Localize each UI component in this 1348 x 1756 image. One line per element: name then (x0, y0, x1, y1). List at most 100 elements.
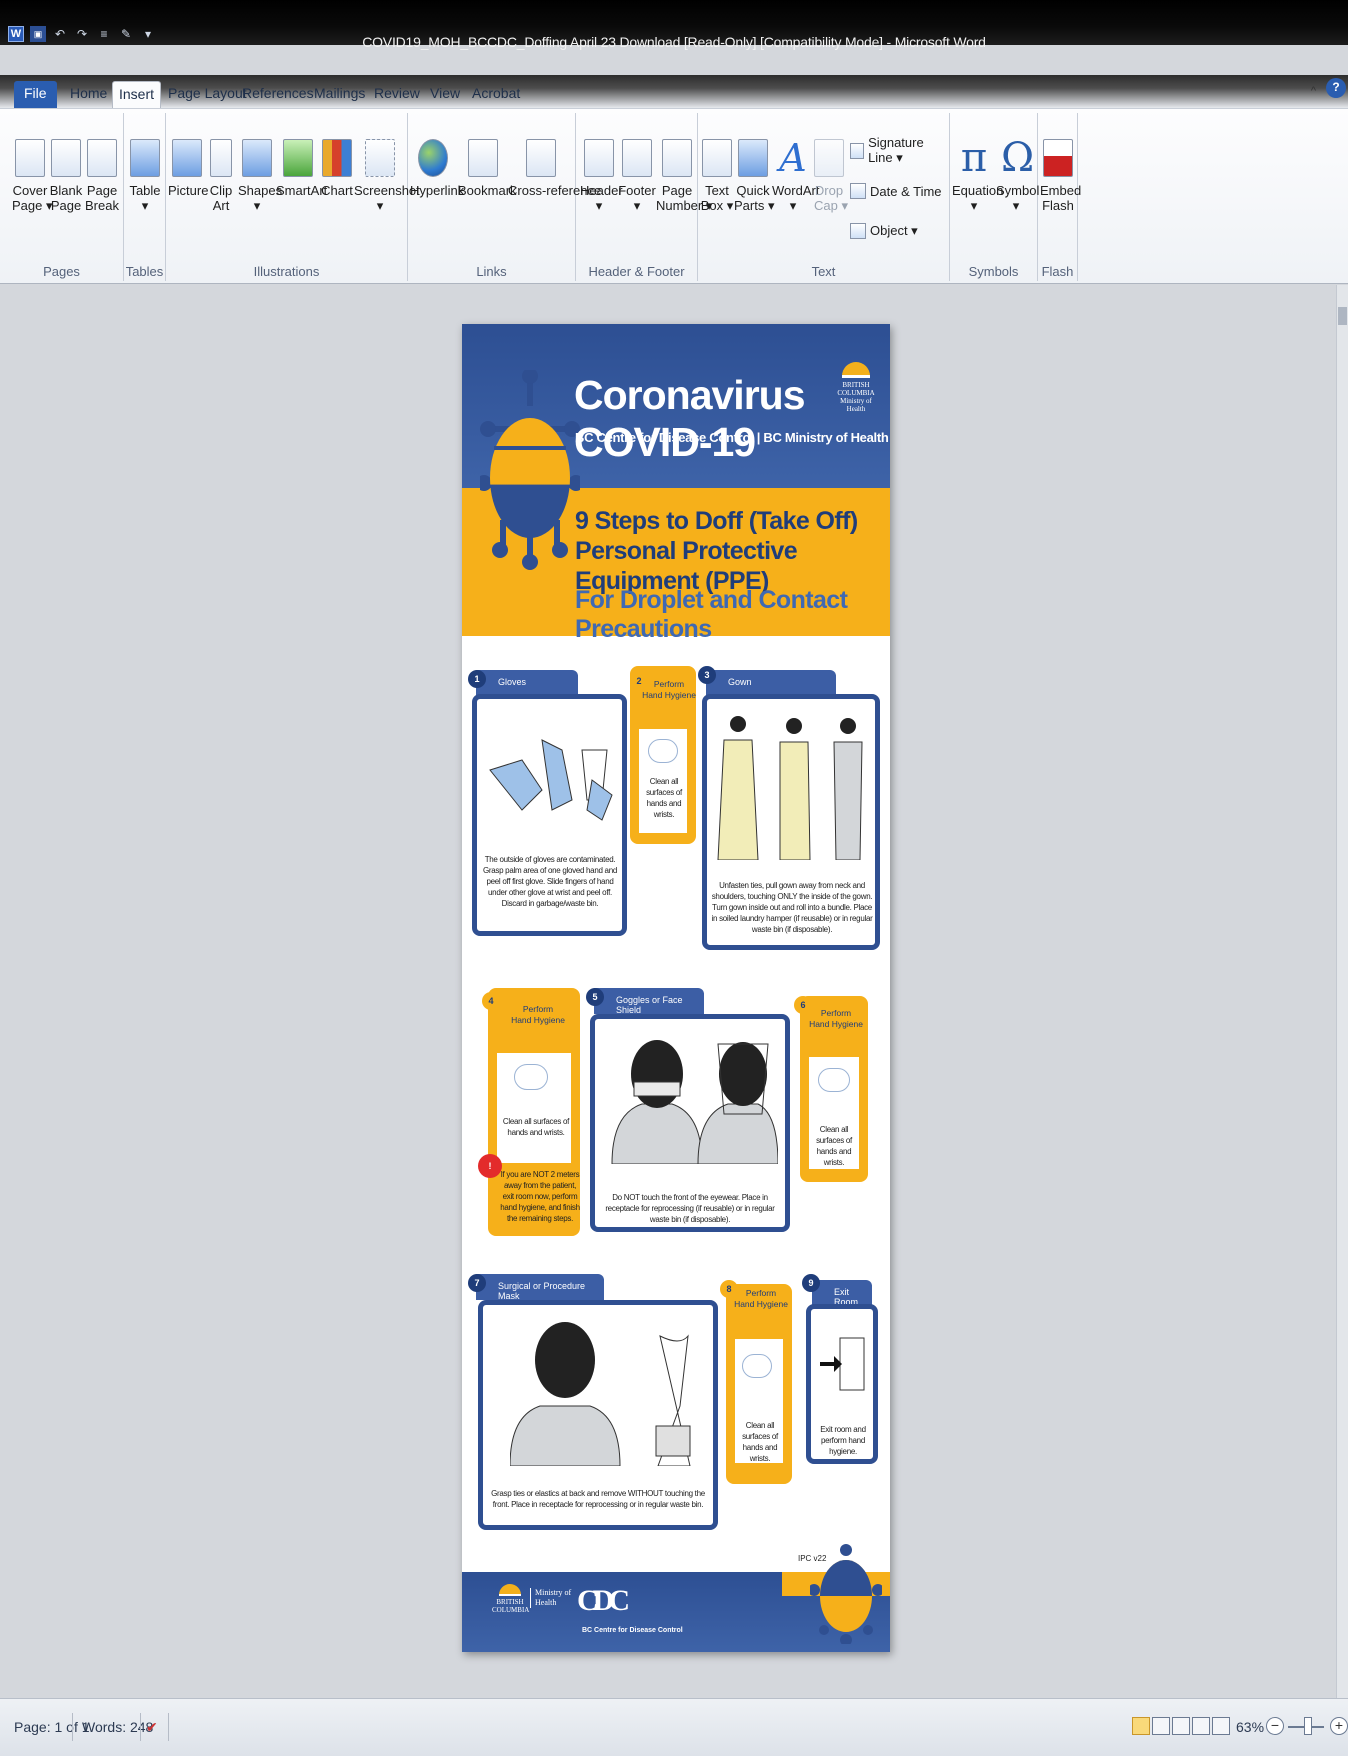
hands-icon (818, 1068, 850, 1092)
table-button[interactable]: Table ▾ (128, 139, 162, 213)
date-time-button[interactable]: Date & Time (850, 183, 942, 199)
quick-parts-button[interactable]: Quick Parts ▾ (734, 139, 774, 213)
blank-page-button[interactable]: Blank Page (48, 139, 84, 213)
tab-file[interactable]: File (14, 81, 57, 108)
tab-review[interactable]: Review (368, 81, 426, 108)
goggles-illustration (611, 1040, 778, 1164)
header-icon (584, 139, 614, 177)
signature-line-icon (850, 142, 865, 159)
object-icon (850, 223, 866, 239)
header-button[interactable]: Header ▾ (580, 139, 623, 213)
alert-icon: ! (478, 1154, 502, 1178)
blank-page-icon (51, 139, 81, 177)
bc-sun-icon (499, 1584, 521, 1596)
page-number-icon (662, 139, 692, 177)
bc-logo: BRITISH COLUMBIA Ministry of Health (836, 362, 876, 452)
footer-icon (622, 139, 652, 177)
step-6-title: Perform Hand Hygiene (809, 1008, 863, 1029)
poster-heading: 9 Steps to Doff (Take Off) Personal Prote… (575, 507, 858, 595)
hands-icon (742, 1354, 772, 1378)
mask-illustration (510, 1322, 691, 1466)
document-page[interactable]: Coronavirus COVID-19 BC Centre for Disea… (462, 324, 890, 1652)
tab-home[interactable]: Home (64, 81, 113, 108)
minimize-ribbon-icon[interactable]: ^ (1305, 81, 1322, 108)
table-icon (130, 139, 160, 177)
picture-button[interactable]: Picture (168, 139, 208, 198)
zoom-in-button[interactable]: + (1330, 1717, 1348, 1735)
clip-art-icon (210, 139, 232, 177)
omega-icon: Ω (1001, 135, 1035, 181)
print-layout-icon[interactable] (1132, 1717, 1150, 1735)
tab-mailings[interactable]: Mailings (308, 81, 371, 108)
group-label-illustrations: Illustrations (253, 264, 320, 279)
equation-button[interactable]: π Equation ▾ (952, 138, 1003, 213)
step-5-text: Do NOT touch the front of the eyewear. P… (605, 1193, 775, 1224)
window-title: COVID19_MOH_BCCDC_Doffing April 23 Downl… (362, 34, 986, 50)
step-7-number: 7 (468, 1274, 486, 1292)
object-button[interactable]: Object ▾ (850, 223, 918, 239)
footer-button[interactable]: Footer ▾ (618, 139, 656, 213)
hands-icon (648, 739, 678, 763)
group-label-text: Text (811, 264, 836, 279)
page-break-button[interactable]: Page Break (84, 139, 120, 213)
text-box-button[interactable]: Text Box ▾ (700, 139, 734, 213)
page-count[interactable]: Page: 1 of 1 (14, 1719, 90, 1735)
step-5-title: Goggles or Face Shield (594, 988, 704, 1015)
step-6-text: Clean all surfaces of hands and wrists. (816, 1125, 852, 1167)
bc-sun-icon (842, 362, 870, 378)
hyperlink-button[interactable]: Hyperlink (410, 139, 464, 198)
group-label-pages: Pages (43, 264, 80, 279)
step-4-alert: If you are NOT 2 meters away from the pa… (500, 1170, 580, 1223)
page-number-button[interactable]: Page Number ▾ (656, 139, 712, 213)
bookmark-button[interactable]: Bookmark (458, 139, 517, 198)
cross-reference-icon (526, 139, 556, 177)
help-icon[interactable]: ? (1326, 78, 1346, 98)
chart-button[interactable]: Chart (320, 139, 354, 198)
cover-page-icon (15, 139, 45, 177)
step-4-text: Clean all surfaces of hands and wrists. (502, 1117, 570, 1137)
signature-line-button[interactable]: Signature Line ▾ (850, 135, 949, 166)
tab-view[interactable]: View (424, 81, 466, 108)
web-layout-icon[interactable] (1172, 1717, 1190, 1735)
shapes-button[interactable]: Shapes ▾ (238, 139, 282, 213)
step-3-title: Gown (706, 670, 836, 696)
screenshot-button[interactable]: Screenshot ▾ (354, 139, 420, 213)
ministry-of-health-text: Ministry of Health (530, 1588, 571, 1608)
smartart-icon (283, 139, 313, 177)
bccdc-logo: CDC (577, 1584, 630, 1617)
screenshot-icon (365, 139, 395, 177)
zoom-level[interactable]: 63% (1236, 1719, 1264, 1735)
step-8-text: Clean all surfaces of hands and wrists. (742, 1421, 778, 1463)
flash-icon (1043, 139, 1073, 177)
clip-art-button[interactable]: Clip Art (206, 139, 236, 213)
zoom-out-button[interactable]: − (1266, 1717, 1284, 1735)
cover-page-button[interactable]: Cover Page ▾ (12, 139, 53, 213)
full-screen-reading-icon[interactable] (1152, 1717, 1170, 1735)
tab-acrobat[interactable]: Acrobat (466, 81, 526, 108)
title-bar: W ▣ ↶ ↷ ≡ ✎ ▾ COVID19_MOH_BCCDC_Doffing … (0, 0, 1348, 50)
ribbon-tabs: File Home Insert Page Layout References … (0, 75, 1348, 110)
scroll-thumb[interactable] (1338, 307, 1347, 325)
zoom-slider-thumb[interactable] (1304, 1717, 1312, 1735)
ribbon: Cover Page ▾ Blank Page Page Break Pages… (0, 108, 1348, 284)
proofing-icon[interactable]: ✔ (146, 1719, 158, 1736)
group-label-symbols: Symbols (968, 264, 1019, 279)
cross-reference-button[interactable]: Cross-reference (508, 139, 601, 198)
symbol-button[interactable]: Ω Symbol ▾ (996, 135, 1039, 213)
embed-flash-button[interactable]: Embed Flash (1040, 139, 1081, 213)
wordart-button[interactable]: A WordArt ▾ (772, 139, 819, 213)
step-4-title: Perform Hand Hygiene (511, 1004, 565, 1025)
group-label-flash: Flash (1041, 264, 1074, 279)
step-7-text: Grasp ties or elastics at back and remov… (491, 1489, 705, 1509)
draft-icon[interactable] (1212, 1717, 1230, 1735)
vertical-scrollbar[interactable] (1336, 285, 1348, 1698)
word-count[interactable]: Words: 248 (82, 1719, 153, 1735)
bookmark-icon (468, 139, 498, 177)
drop-cap-icon (814, 139, 844, 177)
group-links: Hyperlink Bookmark Cross-reference Links (408, 113, 601, 281)
drop-cap-button[interactable]: Drop Cap ▾ (814, 139, 848, 213)
tab-insert[interactable]: Insert (112, 81, 162, 110)
exit-door-icon (820, 1337, 865, 1391)
smartart-button[interactable]: SmartArt (276, 139, 327, 198)
outline-icon[interactable] (1192, 1717, 1210, 1735)
